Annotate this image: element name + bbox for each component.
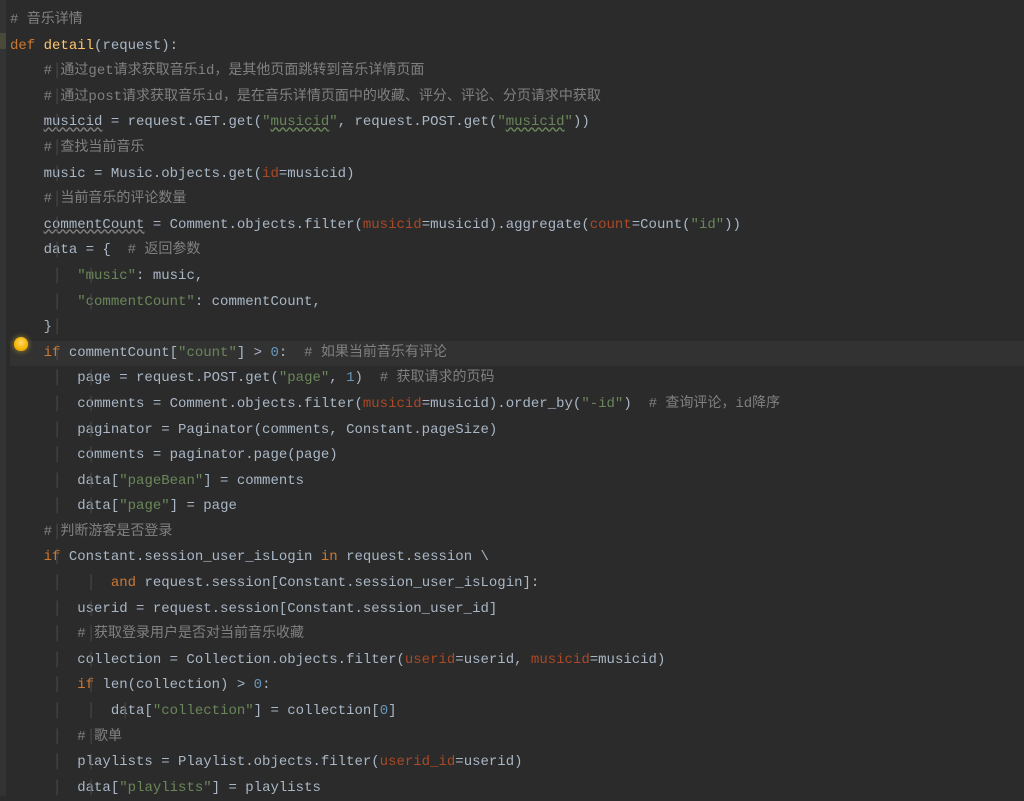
code-line[interactable]: ││ page = request.POST.get("page", 1) # … [10, 366, 1024, 392]
code-line[interactable]: │ # 通过post请求获取音乐id，是在音乐详情页面中的收藏、评分、评论、分页… [10, 85, 1024, 111]
code-editor[interactable]: # 音乐详情 def detail(request): │ # 通过get请求获… [0, 0, 1024, 801]
code-line[interactable]: ││ "music": music, [10, 264, 1024, 290]
code-line[interactable]: ││ comments = Comment.objects.filter(mus… [10, 392, 1024, 418]
code-line[interactable]: ││ "commentCount": commentCount, [10, 290, 1024, 316]
code-line[interactable]: │ # 查找当前音乐 [10, 136, 1024, 162]
code-line[interactable]: │ if Constant.session_user_isLogin in re… [10, 545, 1024, 571]
code-line[interactable]: ││ if len(collection) > 0: [10, 673, 1024, 699]
code-line[interactable]: ││ comments = paginator.page(page) [10, 443, 1024, 469]
code-line[interactable]: │ commentCount = Comment.objects.filter(… [10, 213, 1024, 239]
code-line[interactable]: │ musicid = request.GET.get("musicid", r… [10, 110, 1024, 136]
code-line[interactable]: ││ # 获取登录用户是否对当前音乐收藏 [10, 622, 1024, 648]
code-line[interactable]: ││ playlists = Playlist.objects.filter(u… [10, 750, 1024, 776]
code-line[interactable]: ││ data["pageBean"] = comments [10, 469, 1024, 495]
code-line[interactable]: ││ paginator = Paginator(comments, Const… [10, 418, 1024, 444]
code-line[interactable]: ││ userid = request.session[Constant.ses… [10, 597, 1024, 623]
code-line[interactable]: │ music = Music.objects.get(id=musicid) [10, 162, 1024, 188]
code-line-current[interactable]: │ if commentCount["count"] > 0: # 如果当前音乐… [10, 341, 1024, 367]
code-line[interactable]: │ # 通过get请求获取音乐id，是其他页面跳转到音乐详情页面 [10, 59, 1024, 85]
code-line[interactable]: │ # 当前音乐的评论数量 [10, 187, 1024, 213]
code-line[interactable]: │ } [10, 315, 1024, 341]
intention-bulb[interactable] [14, 337, 30, 353]
code-line[interactable]: │ data = { # 返回参数 [10, 238, 1024, 264]
code-line[interactable]: ││ data["playlists"] = playlists [10, 776, 1024, 801]
code-line[interactable]: ││ data["page"] = page [10, 494, 1024, 520]
code-line[interactable]: ││ and request.session[Constant.session_… [10, 571, 1024, 597]
code-line[interactable]: ││ collection = Collection.objects.filte… [10, 648, 1024, 674]
code-line[interactable]: ││ # 歌单 [10, 725, 1024, 751]
lightbulb-icon [14, 337, 28, 351]
code-line[interactable]: # 音乐详情 [10, 8, 1024, 34]
code-line[interactable]: │ # 判断游客是否登录 [10, 520, 1024, 546]
code-line[interactable]: def detail(request): [10, 34, 1024, 60]
code-line[interactable]: │││ data["collection"] = collection[0] [10, 699, 1024, 725]
